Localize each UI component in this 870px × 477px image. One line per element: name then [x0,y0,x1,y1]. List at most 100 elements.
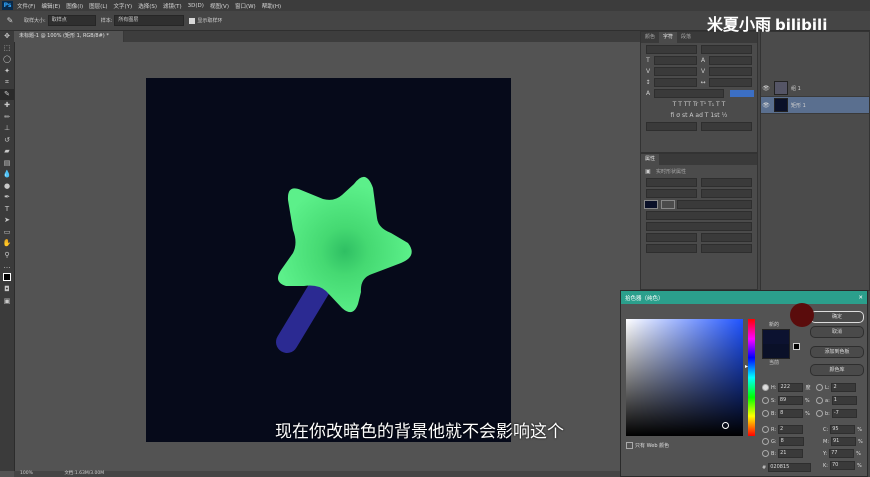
shape-tool-icon[interactable]: ▭ [0,227,14,239]
hue-input[interactable]: 222 [778,383,804,392]
visibility-eye-icon[interactable]: 👁 [761,102,771,109]
corner-radius-tl-field[interactable] [646,232,697,242]
sample-select[interactable]: 所有图层 [114,15,185,26]
history-brush-tool-icon[interactable]: ↺ [0,135,14,147]
hex-field[interactable]: #020815 [762,463,813,472]
green-field[interactable]: G: 8 [762,437,806,446]
red-radio[interactable] [762,426,769,433]
lab-b-radio[interactable] [816,410,823,417]
horizontal-scale-field[interactable] [709,77,752,87]
menu-help[interactable]: 帮助(H) [262,2,281,10]
font-style-field[interactable] [701,44,752,54]
color-swatches-icon[interactable] [0,272,14,285]
hue-slider[interactable] [748,319,755,436]
stroke-options-field[interactable] [646,210,752,220]
menu-file[interactable]: 文件(F) [17,2,35,10]
font-size-field[interactable] [654,55,697,65]
layer-row[interactable]: 👁 组 1 [761,80,869,97]
font-family-field[interactable] [646,44,697,54]
saturation-brightness-field[interactable] [626,319,743,436]
text-style-buttons[interactable]: T T TT Tr T¹ T₁ T T [644,99,754,109]
saturation-input[interactable]: 89 [777,396,803,405]
brush-tool-icon[interactable]: ✏ [0,112,14,124]
opentype-buttons[interactable]: fi σ st A ad T 1st ½ [644,110,754,120]
lab-l-input[interactable]: 2 [831,383,857,392]
document-canvas[interactable] [146,78,511,442]
color-cursor[interactable] [722,422,729,429]
stroke-swatch[interactable] [661,199,675,209]
gradient-tool-icon[interactable]: ▤ [0,158,14,170]
vertical-scale-field[interactable] [654,77,697,87]
hand-tool-icon[interactable]: ✋ [0,238,14,250]
corner-radius-tr-field[interactable] [701,232,752,242]
dialog-titlebar[interactable]: 拾色器（纯色） ✕ [621,291,867,304]
kerning-field[interactable] [654,66,697,76]
cyan-field[interactable]: C: 95% [823,425,862,434]
document-tab[interactable]: 未标题-1 @ 100% (矩形 1, RGB/8#) * [14,31,124,42]
fill-swatch[interactable] [644,199,658,209]
lab-a-input[interactable]: 1 [831,396,857,405]
menu-window[interactable]: 窗口(W) [235,2,256,10]
text-color-swatch[interactable] [730,89,754,97]
saturation-field[interactable]: S: 89% [762,396,810,405]
lab-l-radio[interactable] [816,384,823,391]
red-input[interactable]: 2 [778,425,804,434]
green-radio[interactable] [762,438,769,445]
tracking-field[interactable] [709,66,752,76]
eraser-tool-icon[interactable]: ▰ [0,146,14,158]
yellow-field[interactable]: Y: 77% [823,449,861,458]
zoom-level[interactable]: 100% [20,471,33,476]
menu-layer[interactable]: 图层(L) [89,2,107,10]
sample-size-select[interactable]: 取样点 [47,15,96,26]
move-tool-icon[interactable]: ✥ [0,31,14,43]
add-to-swatches-button[interactable]: 添加到色板 [810,346,864,358]
dodge-tool-icon[interactable]: ● [0,181,14,193]
hue-slider-handle-icon[interactable]: ▸ [745,363,748,370]
hue-radio[interactable] [762,384,769,391]
lab-b-field[interactable]: b: -7 [816,409,859,418]
visibility-eye-icon[interactable]: 👁 [761,85,771,92]
magenta-input[interactable]: 91 [831,437,856,446]
menu-view[interactable]: 视图(V) [210,2,229,10]
ok-button[interactable]: 确定 [810,311,864,323]
web-only-checkbox[interactable] [626,442,633,449]
blue-radio[interactable] [762,450,769,457]
leading-field[interactable] [709,55,752,65]
width-field[interactable] [646,177,697,187]
red-field[interactable]: R: 2 [762,425,805,434]
corner-radius-field[interactable] [646,221,752,231]
eyedropper-icon[interactable]: ✎ [4,16,16,25]
lasso-tool-icon[interactable]: ◯ [0,54,14,66]
more-tools-icon[interactable]: … [0,261,14,273]
y-field[interactable] [701,188,752,198]
language-select[interactable] [646,121,697,131]
menu-image[interactable]: 图像(I) [66,2,83,10]
marquee-tool-icon[interactable]: ⬚ [0,43,14,55]
brightness-input[interactable]: 8 [778,409,804,418]
tab-character[interactable]: 字符 [659,32,678,43]
zoom-tool-icon[interactable]: ⚲ [0,250,14,262]
cancel-button[interactable]: 取消 [810,326,864,338]
black-field[interactable]: K: 70% [823,461,862,470]
web-only-option[interactable]: 只有 Web 颜色 [626,442,669,449]
hex-input[interactable]: 020815 [768,463,812,472]
pen-tool-icon[interactable]: ✒ [0,192,14,204]
green-input[interactable]: 8 [778,437,804,446]
antialias-select[interactable] [701,121,752,131]
menu-3d[interactable]: 3D(D) [188,3,204,9]
type-tool-icon[interactable]: T [0,204,14,216]
corner-radius-br-field[interactable] [701,243,752,253]
lab-a-field[interactable]: a: 1 [816,396,859,405]
hue-field[interactable]: H: 222 度 [762,383,810,392]
menu-type[interactable]: 文字(Y) [114,2,133,10]
menu-select[interactable]: 选择(S) [138,2,157,10]
eyedropper-tool-icon[interactable]: ✎ [0,88,14,100]
tab-paragraph[interactable]: 段落 [677,32,695,43]
quick-select-tool-icon[interactable]: ✦ [0,66,14,78]
x-field[interactable] [646,188,697,198]
lab-l-field[interactable]: L: 2 [816,383,858,392]
close-icon[interactable]: ✕ [858,295,863,301]
blur-tool-icon[interactable]: 💧 [0,169,14,181]
layer-row-selected[interactable]: 👁 矩形 1 [761,97,869,114]
cyan-input[interactable]: 95 [830,425,856,434]
